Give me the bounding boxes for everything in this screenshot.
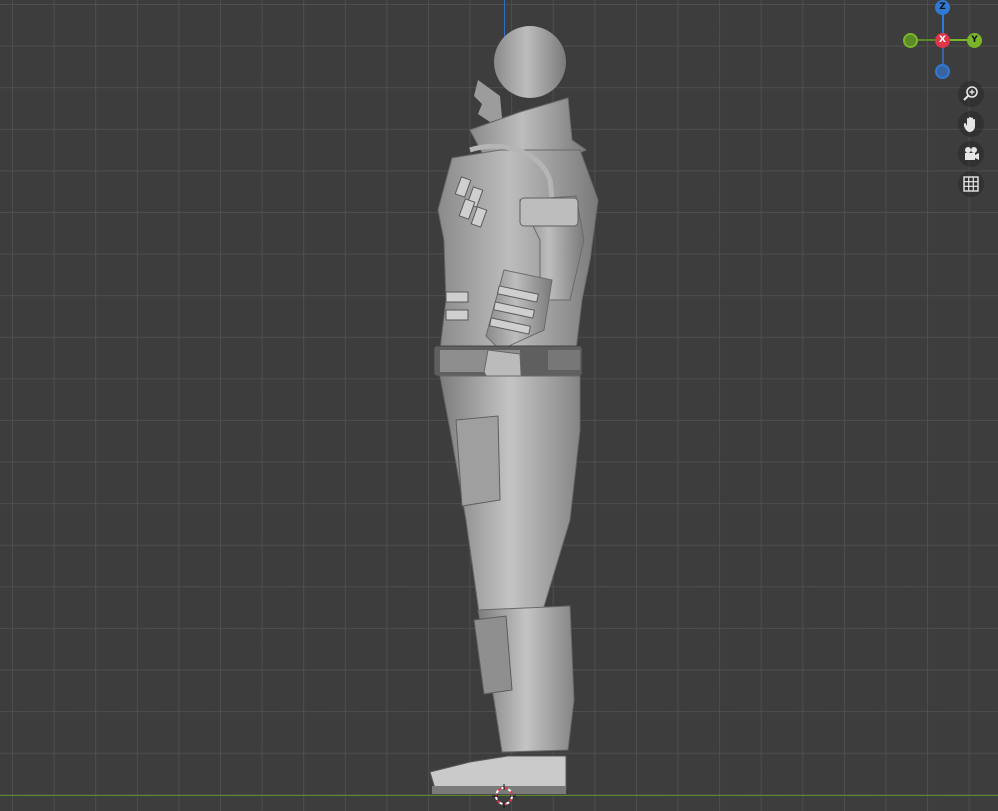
3d-viewport[interactable]: Z X Y — [0, 0, 998, 811]
gizmo-neg-y-axis[interactable] — [903, 33, 918, 48]
3d-cursor-icon[interactable] — [492, 784, 516, 808]
zoom-icon — [963, 86, 978, 101]
model-knee-pad — [473, 615, 513, 695]
gizmo-neg-z-line — [942, 46, 944, 66]
gizmo-y-axis[interactable]: Y — [967, 33, 982, 48]
model-arm-band — [519, 197, 579, 227]
camera-icon — [965, 147, 979, 160]
gizmo-z-axis[interactable]: Z — [935, 0, 950, 15]
model-thigh-pocket — [455, 415, 501, 507]
navigation-gizmo[interactable]: Z X Y — [898, 0, 988, 82]
grid-icon — [963, 176, 979, 192]
camera-view-button[interactable] — [958, 141, 984, 167]
gizmo-neg-z-axis[interactable] — [935, 64, 950, 79]
pan-button[interactable] — [958, 111, 984, 137]
character-model[interactable] — [0, 0, 998, 811]
gizmo-x-axis[interactable]: X — [935, 33, 950, 48]
pan-hand-icon — [964, 117, 975, 132]
toggle-projection-button[interactable] — [958, 171, 984, 197]
zoom-button[interactable] — [958, 81, 984, 107]
